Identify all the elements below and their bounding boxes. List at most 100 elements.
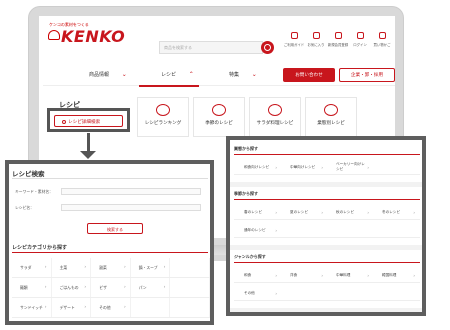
category-item[interactable]: パン › xyxy=(131,278,171,297)
recipe-card-label: サラダ料理レシピ xyxy=(256,121,294,126)
header-login-label: ログイン xyxy=(353,43,367,47)
chevron-right-icon: › xyxy=(367,164,369,170)
brand-logo[interactable]: KENKO xyxy=(61,27,125,46)
category-divider xyxy=(12,252,208,253)
filter-item[interactable]: 韓国料理 › xyxy=(372,268,418,282)
keyword-label: キーワード・素材名： xyxy=(15,189,53,194)
nav-feature-label: 特集 xyxy=(229,72,240,78)
category-item[interactable]: 主菜 › xyxy=(52,258,92,277)
chevron-right-icon: › xyxy=(321,164,323,170)
recipe-card-seasonal[interactable]: 季節のレシピ xyxy=(193,97,245,137)
recipe-filter-panel: 業態から探す和食向けレシピ › 中華向けレシピ › ベーカリー向けレシピ › 季節から探す春… xyxy=(226,136,426,316)
filter-row: 通年のレシピ › xyxy=(234,223,420,237)
recipe-card-salad[interactable]: サラダ料理レシピ xyxy=(249,97,301,137)
main-nav: 商品情報 ⌄ レシピ ⌃ 特集 ⌄ お問い合わせ 企業・卸・採用 xyxy=(43,64,395,87)
recipe-card-label: レシピランキング xyxy=(144,121,182,126)
category-row: サラダ › 主菜 › 副菜 › 鍋・スープ › xyxy=(12,258,210,278)
filter-item[interactable]: 秋のレシピ › xyxy=(326,205,372,219)
filter-item[interactable]: 和食 › xyxy=(234,268,280,282)
category-label: 麺類 xyxy=(20,284,28,290)
category-item[interactable]: 鍋・スープ › xyxy=(131,258,171,277)
category-item[interactable]: その他 › xyxy=(91,298,131,317)
chevron-right-icon: › xyxy=(275,209,277,215)
filter-section-title: 業態から探す xyxy=(234,146,258,151)
filter-item xyxy=(326,223,372,237)
recipe-card-label: 業態別レシピ xyxy=(317,121,345,126)
header-guide[interactable]: ご利用ガイド xyxy=(283,30,305,60)
section-separator xyxy=(230,245,422,250)
chef-hat-icon xyxy=(48,30,60,40)
row-divider xyxy=(234,219,420,220)
guide-icon xyxy=(290,32,298,39)
recipe-card-ranking[interactable]: レシピランキング xyxy=(137,97,189,137)
recipe-card-business[interactable]: 業態別レシピ xyxy=(305,97,357,137)
category-label: ピザ xyxy=(99,284,107,290)
header-member-label: 新規会員登録 xyxy=(327,43,349,47)
category-row: サンドイッチ › デザート › その他 › xyxy=(12,298,210,318)
row-divider xyxy=(234,237,420,238)
category-label: 主菜 xyxy=(59,264,68,270)
filter-item[interactable]: 洋食 › xyxy=(280,268,326,282)
site-search-input[interactable]: 商品を検索する xyxy=(159,41,263,54)
filter-section-title: 季節から探す xyxy=(234,191,258,196)
filter-item xyxy=(372,223,418,237)
category-item[interactable]: サラダ › xyxy=(12,258,52,277)
filter-label: 夏のレシピ xyxy=(290,209,308,214)
contact-button[interactable]: お問い合わせ xyxy=(283,68,335,82)
category-item xyxy=(131,298,171,317)
recipe-search-button[interactable]: レシピ詳細検索 xyxy=(54,115,123,127)
filter-item[interactable]: 冬のレシピ › xyxy=(372,205,418,219)
filter-item xyxy=(280,286,326,300)
chevron-right-icon: › xyxy=(84,285,87,290)
submit-search-button[interactable]: 検索する xyxy=(87,223,143,234)
corporate-button[interactable]: 企業・卸・採用 xyxy=(339,68,395,82)
header-login[interactable]: ログイン xyxy=(349,30,371,60)
filter-item[interactable]: 通年のレシピ › xyxy=(234,223,280,237)
filter-item[interactable]: 中華向けレシピ › xyxy=(280,160,326,174)
nav-recipe[interactable]: レシピ ⌃ xyxy=(161,71,194,78)
nav-products[interactable]: 商品情報 ⌄ xyxy=(89,71,127,78)
category-label: 鍋・スープ xyxy=(138,264,158,270)
category-label: デザート xyxy=(59,304,75,310)
filter-label: 洋食 xyxy=(290,272,298,277)
chevron-right-icon: › xyxy=(367,272,369,278)
nav-products-label: 商品情報 xyxy=(89,72,110,78)
highlight-frame: レシピ詳細検索 xyxy=(47,108,130,132)
active-nav-indicator xyxy=(139,85,199,87)
search-icon[interactable] xyxy=(261,41,274,54)
filter-item xyxy=(326,286,372,300)
filter-row: その他 › xyxy=(234,286,420,300)
chevron-right-icon: › xyxy=(163,265,166,270)
filter-item[interactable]: 夏のレシピ › xyxy=(280,205,326,219)
filter-label: 和食 xyxy=(244,272,252,277)
category-item[interactable]: ピザ › xyxy=(91,278,131,297)
filter-item[interactable]: ベーカリー向けレシピ › xyxy=(326,160,372,174)
filter-section-title: ジャンルから探す xyxy=(234,254,266,259)
header-favorite[interactable]: お気に入り xyxy=(305,30,327,60)
recipe-name-input[interactable] xyxy=(61,204,201,211)
row-divider xyxy=(234,174,420,175)
chevron-right-icon: › xyxy=(321,209,323,215)
filter-item[interactable]: 和食向けレシピ › xyxy=(234,160,280,174)
header-icon-bar: ご利用ガイド お気に入り 新規会員登録 ログイン 買い物かご xyxy=(283,30,393,60)
category-item[interactable]: 副菜 › xyxy=(91,258,131,277)
chevron-right-icon: › xyxy=(84,305,87,310)
filter-item[interactable]: その他 › xyxy=(234,286,280,300)
chevron-right-icon: › xyxy=(123,285,126,290)
category-item[interactable]: デザート › xyxy=(52,298,92,317)
filter-item[interactable]: 中華料理 › xyxy=(326,268,372,282)
nav-feature[interactable]: 特集 ⌄ xyxy=(229,71,257,78)
category-item[interactable]: サンドイッチ › xyxy=(12,298,52,317)
chevron-down-icon: ⌄ xyxy=(251,71,257,78)
chevron-right-icon: › xyxy=(321,272,323,278)
keyword-input[interactable] xyxy=(61,188,201,195)
favorite-icon xyxy=(312,32,320,39)
header-member[interactable]: 新規会員登録 xyxy=(327,30,349,60)
category-item[interactable]: 麺類 › xyxy=(12,278,52,297)
header-cart[interactable]: 買い物かご xyxy=(371,30,393,60)
category-item[interactable]: ごはんもの › xyxy=(52,278,92,297)
section-rule xyxy=(234,199,420,200)
filter-item[interactable]: 春のレシピ › xyxy=(234,205,280,219)
category-item xyxy=(170,298,210,317)
category-label: サンドイッチ xyxy=(20,304,43,310)
